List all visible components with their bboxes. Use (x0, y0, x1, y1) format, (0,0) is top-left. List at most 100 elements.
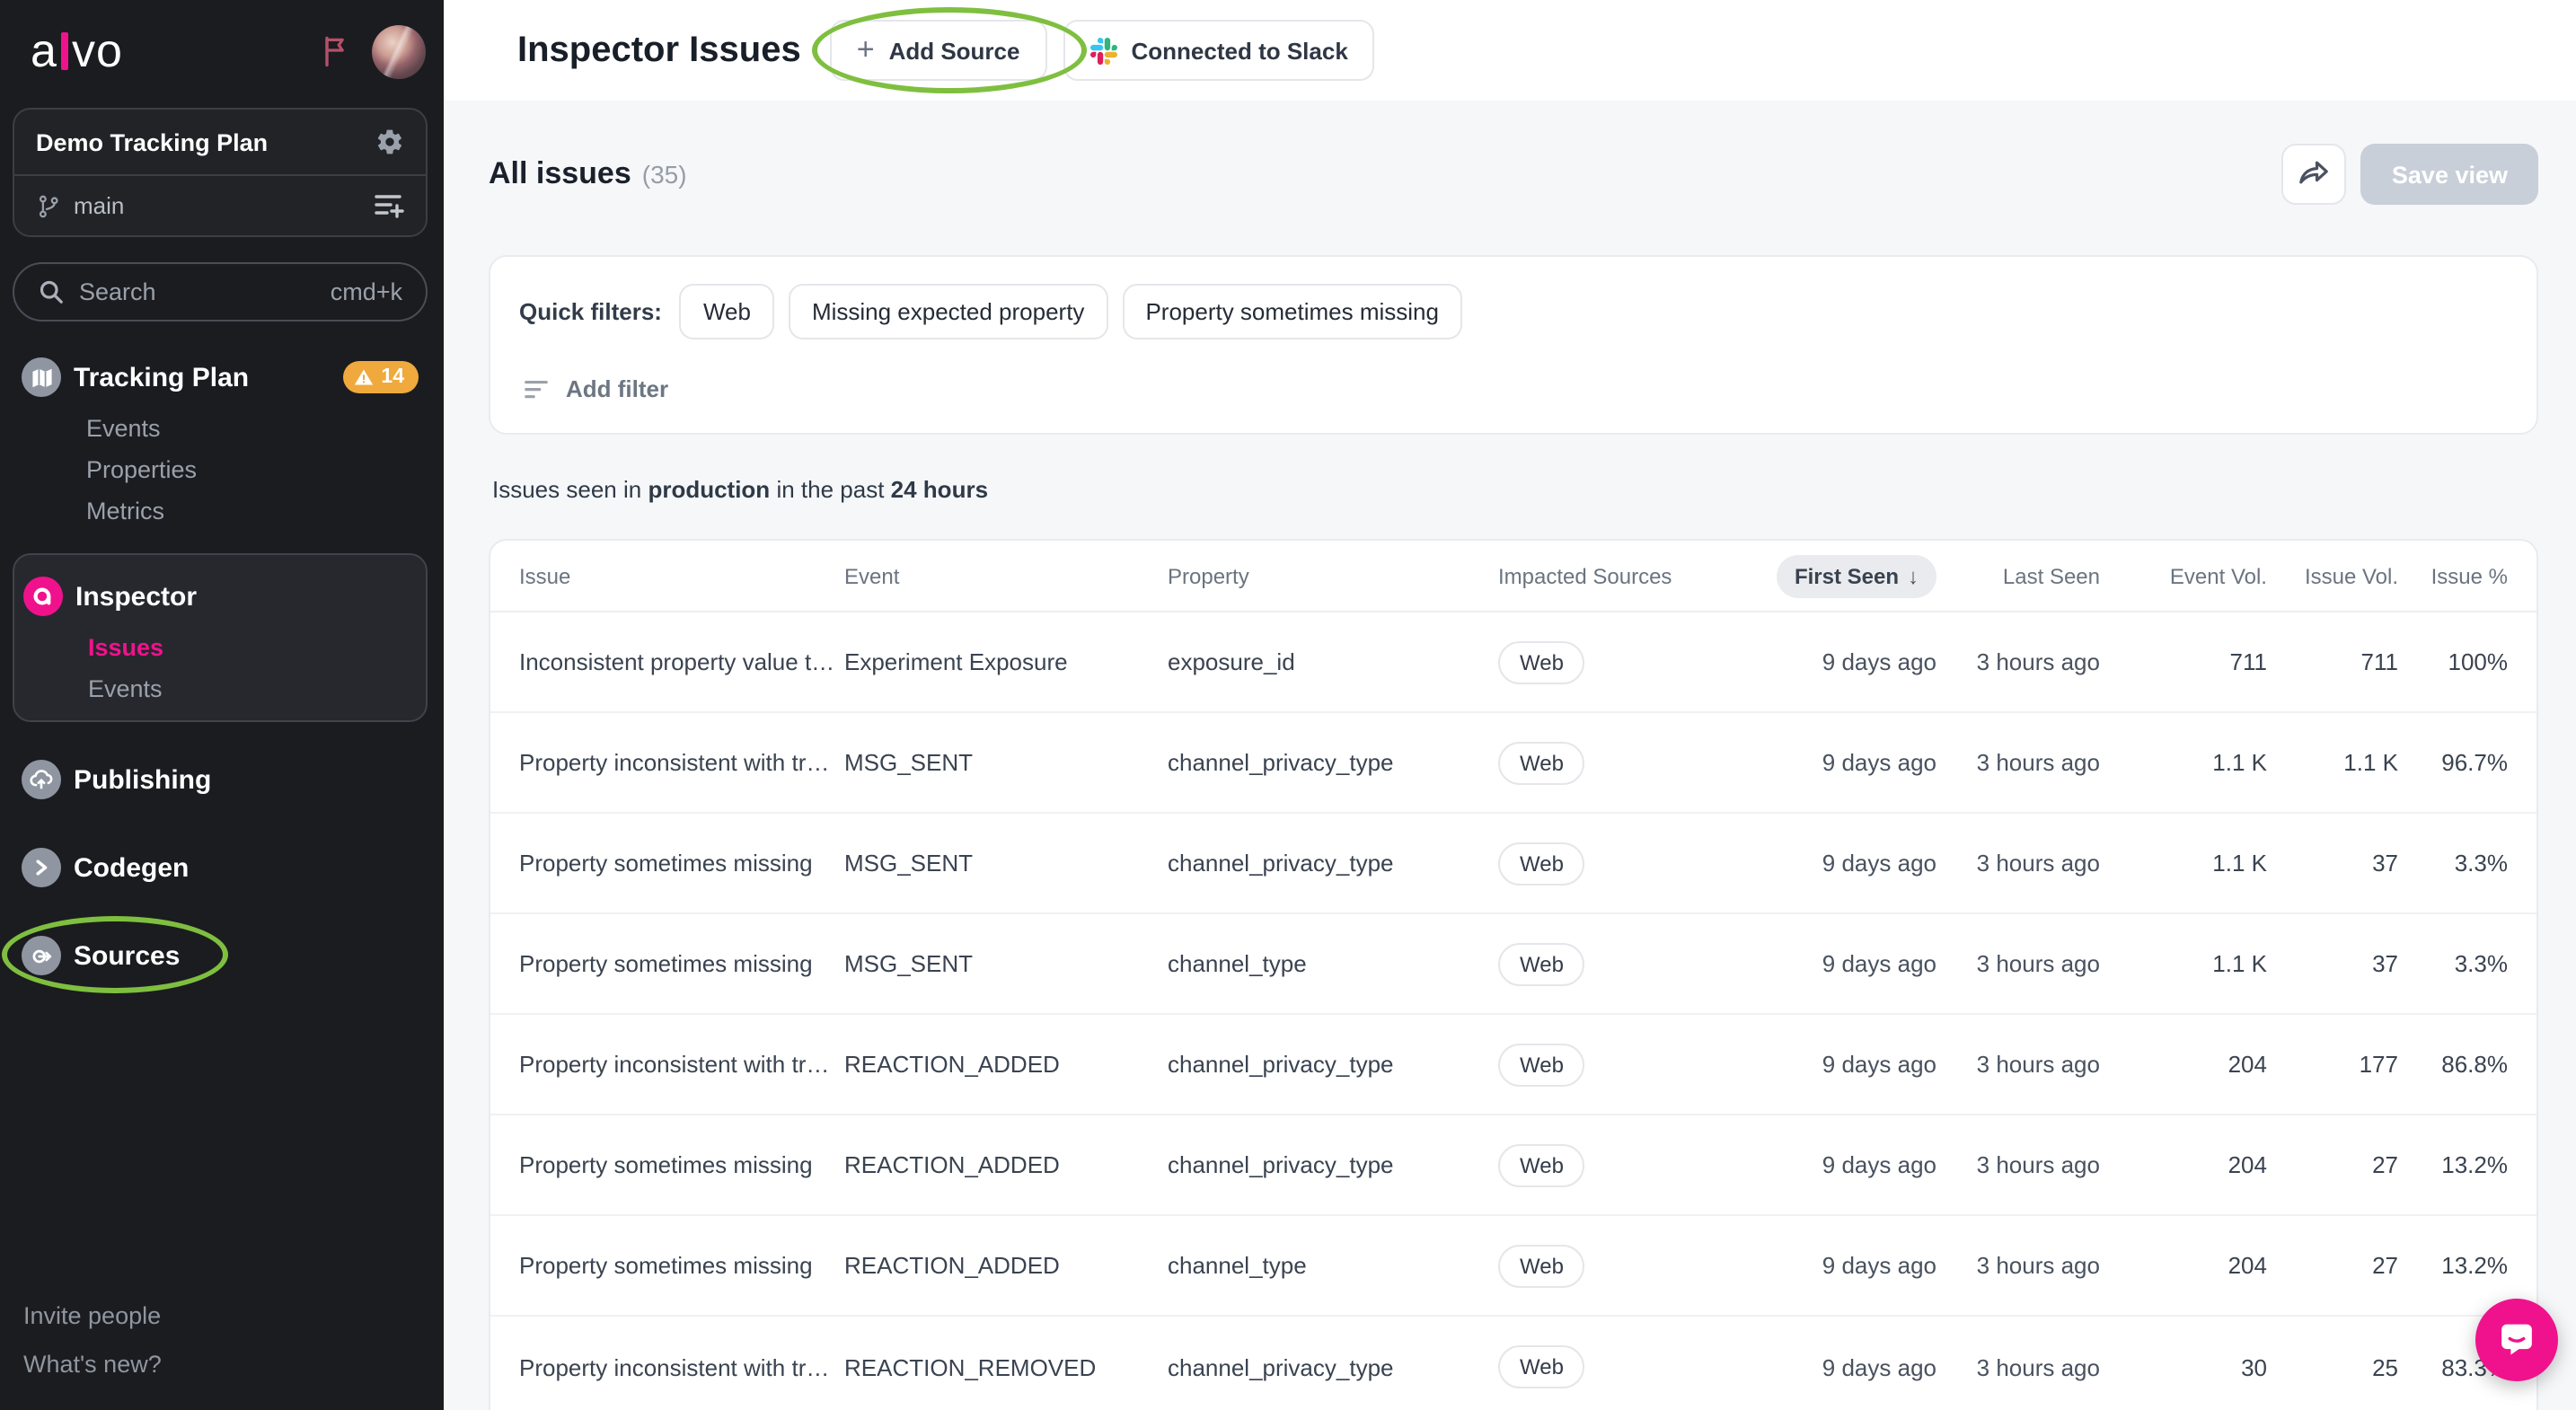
first-seen-cell: 9 days ago (1768, 1051, 1936, 1078)
last-seen-cell: 3 hours ago (1936, 850, 2100, 877)
filter-chip-missing-expected-property[interactable]: Missing expected property (789, 284, 1108, 339)
table-row[interactable]: Property sometimes missing MSG_SENT chan… (490, 814, 2536, 914)
event-cell: MSG_SENT (844, 950, 1168, 977)
event-vol-cell: 1.1 K (2100, 749, 2267, 776)
property-cell: exposure_id (1168, 648, 1498, 675)
col-property[interactable]: Property (1168, 563, 1498, 588)
sidebar-item-publishing[interactable]: Publishing (13, 749, 428, 810)
first-seen-cell: 9 days ago (1768, 1252, 1936, 1279)
scope-window: 24 hours (891, 476, 988, 503)
filter-icon (523, 376, 550, 401)
sidebar-item-sources[interactable]: Sources (13, 925, 428, 986)
avo-logo[interactable]: avo (31, 23, 123, 79)
invite-people-link[interactable]: Invite people (23, 1302, 162, 1329)
property-cell: channel_type (1168, 1252, 1498, 1279)
inspector-card: Inspector Issues Events (13, 553, 428, 722)
table-row[interactable]: Property inconsistent with tr… MSG_SENT … (490, 713, 2536, 814)
add-to-list-icon[interactable] (374, 192, 404, 219)
issue-cell: Property sometimes missing (519, 1151, 844, 1178)
issue-pct-cell: 13.2% (2398, 1151, 2508, 1178)
app-window: avo Demo Tracking Plan (0, 0, 2576, 1410)
issue-vol-cell: 37 (2267, 850, 2398, 877)
search-placeholder: Search (79, 278, 156, 305)
share-view-button[interactable] (2282, 144, 2347, 205)
col-first-seen[interactable]: First Seen ↓ (1768, 554, 1936, 597)
view-toolbar: All issues (35) Save view (489, 144, 2538, 205)
event-vol-cell: 204 (2100, 1151, 2267, 1178)
sidebar-top: avo (0, 0, 444, 79)
col-issue-vol[interactable]: Issue Vol. (2267, 563, 2398, 588)
save-view-button[interactable]: Save view (2361, 144, 2538, 205)
last-seen-cell: 3 hours ago (1936, 1051, 2100, 1078)
chat-launcher[interactable] (2475, 1299, 2558, 1381)
event-cell: Experiment Exposure (844, 648, 1168, 675)
warning-icon (354, 368, 374, 386)
filter-chip-web[interactable]: Web (680, 284, 774, 339)
sidebar-item-inspector-issues[interactable]: Issues (27, 627, 426, 668)
source-badge: Web (1498, 1244, 1585, 1287)
filter-chip-property-sometimes-missing[interactable]: Property sometimes missing (1122, 284, 1462, 339)
first-seen-cell: 9 days ago (1768, 1151, 1936, 1178)
event-cell: REACTION_ADDED (844, 1051, 1168, 1078)
workspace-row[interactable]: Demo Tracking Plan (14, 110, 426, 174)
workspace-name: Demo Tracking Plan (36, 128, 268, 155)
table-row[interactable]: Property sometimes missing REACTION_ADDE… (490, 1115, 2536, 1216)
add-filter[interactable]: Add filter (519, 375, 2508, 402)
property-cell: channel_privacy_type (1168, 1051, 1498, 1078)
col-event[interactable]: Event (844, 563, 1168, 588)
sidebar: avo Demo Tracking Plan (0, 0, 444, 1410)
sidebar-item-label: Tracking Plan (74, 362, 249, 392)
sources-wrapper: Sources (13, 925, 428, 986)
add-source-button[interactable]: + Add Source (830, 20, 1047, 81)
sidebar-item-inspector[interactable]: Inspector (14, 562, 426, 627)
sort-desc-icon: ↓ (1908, 563, 1919, 588)
view-heading: All issues (489, 156, 631, 192)
table-row[interactable]: Property sometimes missing REACTION_ADDE… (490, 1216, 2536, 1317)
source-badge: Web (1498, 842, 1585, 885)
source-badge: Web (1498, 942, 1585, 985)
property-cell: channel_type (1168, 950, 1498, 977)
whats-new-link[interactable]: What's new? (23, 1351, 162, 1378)
property-cell: channel_privacy_type (1168, 1151, 1498, 1178)
col-issue[interactable]: Issue (519, 563, 844, 588)
table-row[interactable]: Property sometimes missing MSG_SENT chan… (490, 914, 2536, 1015)
sidebar-item-metrics[interactable]: Metrics (25, 490, 428, 532)
connected-to-slack-button[interactable]: Connected to Slack (1063, 20, 1375, 81)
branch-row[interactable]: main (14, 176, 426, 235)
sidebar-item-properties[interactable]: Properties (25, 449, 428, 490)
col-last-seen[interactable]: Last Seen (1936, 563, 2100, 588)
issue-cell: Property inconsistent with tr… (519, 1051, 844, 1078)
issue-vol-cell: 37 (2267, 950, 2398, 977)
issue-pct-cell: 13.2% (2398, 1252, 2508, 1279)
event-cell: REACTION_REMOVED (844, 1353, 1168, 1380)
source-badge: Web (1498, 1143, 1585, 1186)
avatar[interactable] (372, 24, 426, 78)
plus-icon: + (857, 32, 875, 68)
issue-vol-cell: 1.1 K (2267, 749, 2398, 776)
gear-icon[interactable] (375, 128, 404, 156)
sidebar-item-inspector-events[interactable]: Events (27, 668, 426, 709)
event-vol-cell: 204 (2100, 1252, 2267, 1279)
col-issue-pct[interactable]: Issue % (2398, 563, 2508, 588)
col-event-vol[interactable]: Event Vol. (2100, 563, 2267, 588)
sidebar-item-label: Publishing (74, 764, 211, 795)
sidebar-item-codegen[interactable]: Codegen (13, 837, 428, 898)
table-header-row: Issue Event Property Impacted Sources Fi… (490, 541, 2536, 612)
property-cell: channel_privacy_type (1168, 1353, 1498, 1380)
branch-icon (36, 193, 61, 218)
table-row[interactable]: Property inconsistent with tr… REACTION_… (490, 1015, 2536, 1115)
first-seen-cell: 9 days ago (1768, 1353, 1936, 1380)
table-row[interactable]: Property inconsistent with tr… REACTION_… (490, 1317, 2536, 1410)
sidebar-item-events[interactable]: Events (25, 408, 428, 449)
sidebar-item-label: Codegen (74, 852, 189, 883)
issue-vol-cell: 25 (2267, 1353, 2398, 1380)
issue-cell: Property inconsistent with tr… (519, 749, 844, 776)
event-cell: MSG_SENT (844, 850, 1168, 877)
search-input[interactable]: Search cmd+k (13, 262, 428, 322)
col-impacted-sources[interactable]: Impacted Sources (1498, 563, 1768, 588)
sidebar-item-tracking-plan[interactable]: Tracking Plan 14 (13, 347, 428, 408)
table-row[interactable]: Inconsistent property value t… Experimen… (490, 612, 2536, 713)
slack-icon (1090, 37, 1117, 64)
flag-icon[interactable] (320, 34, 350, 68)
source-badge: Web (1498, 640, 1585, 683)
